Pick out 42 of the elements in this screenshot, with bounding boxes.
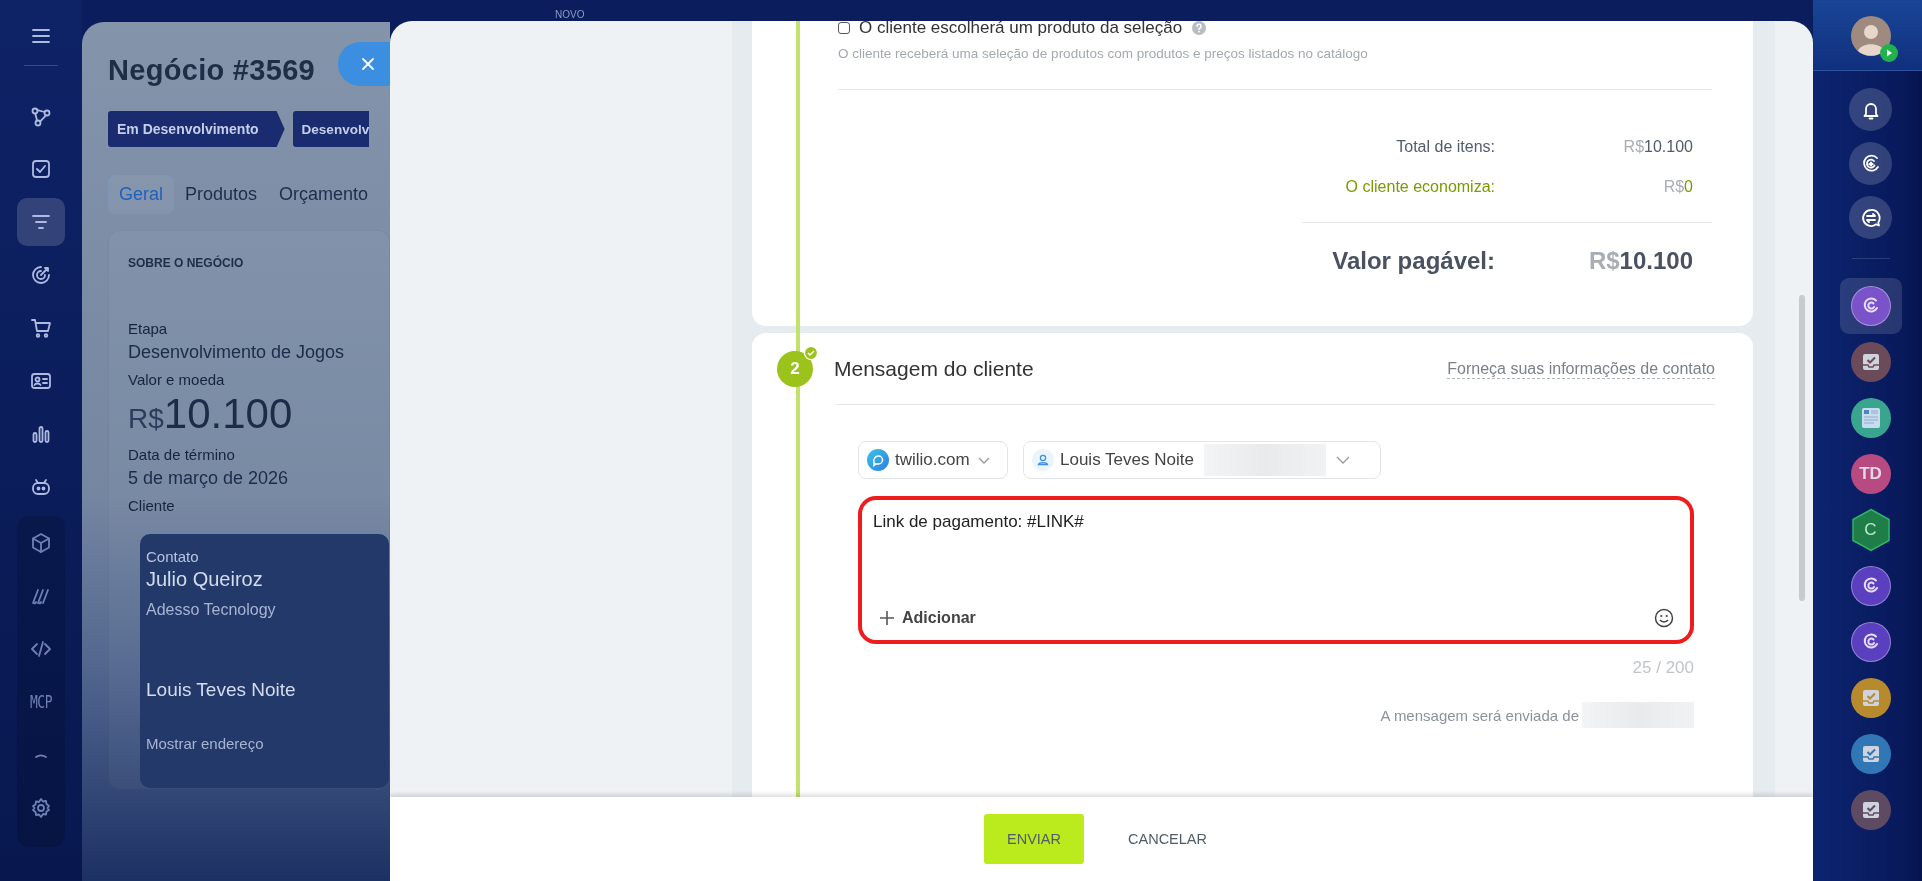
- option-description: O cliente receberá uma seleção de produtos com produtos e preços listados no catálogo: [838, 46, 1369, 61]
- field-label: Data de término: [128, 446, 236, 463]
- tab[interactable]: Produtos: [174, 175, 269, 214]
- nav-item[interactable]: MCP: [17, 678, 65, 726]
- new-label: NOVO: [555, 9, 585, 20]
- recipient-name: Louis Teves Noite: [1060, 450, 1194, 470]
- payable-amount: R$10.100: [1587, 247, 1693, 275]
- total-amount: R$0: [1662, 178, 1693, 196]
- total-label: Total de itens:: [1395, 138, 1495, 156]
- stage-step[interactable]: Em Desenvolvimento: [108, 111, 285, 147]
- field-label: Contato: [146, 548, 200, 565]
- field-label: Cliente: [128, 497, 176, 514]
- deal-title: Negócio #3569: [108, 54, 315, 87]
- app-icon[interactable]: TD: [1850, 454, 1891, 494]
- field-label: Etapa: [128, 320, 169, 337]
- address-link[interactable]: Mostrar endereço: [146, 735, 389, 752]
- field-value: 5 de março de 2026: [128, 468, 290, 489]
- section-title: SOBRE O NEGÓCIO: [128, 256, 245, 270]
- payable-label: Valor pagável:: [1331, 247, 1495, 275]
- contact-name: Louis Teves Noite: [146, 679, 297, 701]
- channel-select[interactable]: twilio.com: [858, 441, 1008, 479]
- field-label: Valor e moeda: [128, 371, 226, 388]
- send-button[interactable]: ENVIAR: [984, 814, 1084, 864]
- contact-info-link[interactable]: Forneça suas informações de contato: [1447, 359, 1715, 379]
- section-title: Mensagem do cliente: [834, 357, 1034, 381]
- channel-name: twilio.com: [895, 450, 970, 470]
- deal-amount: R$10.100: [128, 390, 294, 438]
- message-field[interactable]: Link de pagamento: #LINK# Adicionar: [858, 496, 1694, 644]
- app-icon[interactable]: C: [1850, 508, 1891, 552]
- option-label: O cliente escolherá um produto da seleção: [859, 21, 1183, 38]
- stage-step[interactable]: Desenvolv: [292, 111, 370, 147]
- character-counter: 25 / 200: [1631, 658, 1694, 678]
- total-label: O cliente economiza:: [1344, 178, 1495, 196]
- sender-label: A mensagem será enviada de: [1380, 706, 1579, 724]
- contact-name: Julio Queiroz: [146, 568, 264, 591]
- company-name: Adesso Tecnology: [146, 601, 277, 619]
- total-amount: R$10.100: [1622, 138, 1693, 156]
- cancel-button[interactable]: CANCELAR: [1106, 814, 1229, 864]
- tab[interactable]: Orçamento: [268, 175, 380, 214]
- add-button[interactable]: Adicionar: [880, 609, 976, 627]
- recipient-select[interactable]: Louis Teves Noite: [1023, 441, 1381, 479]
- field-value: Desenvolvimento de Jogos: [128, 342, 346, 363]
